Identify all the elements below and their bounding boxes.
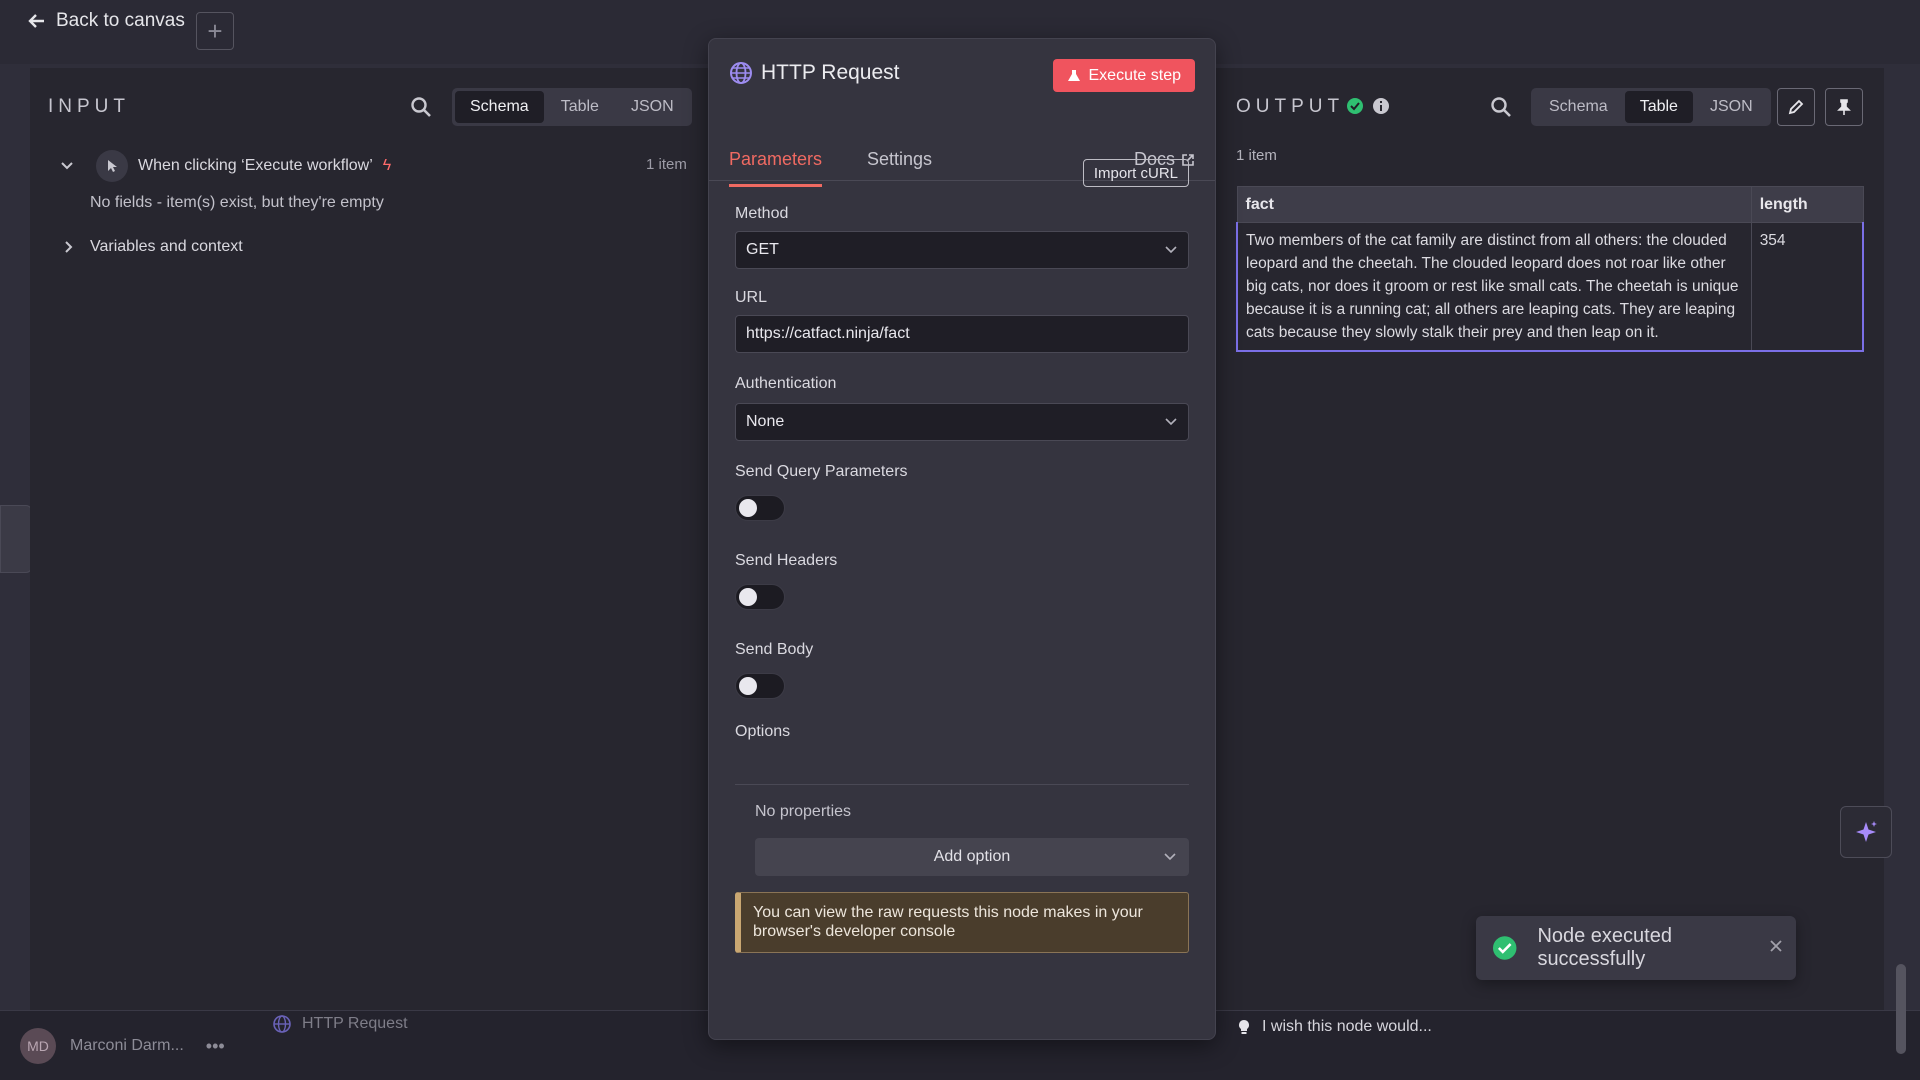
background-node-name: HTTP Request <box>302 1015 408 1032</box>
send-body-label: Send Body <box>735 641 814 658</box>
output-table: fact length Two members of the cat famil… <box>1235 186 1864 352</box>
table-header-row: fact length <box>1236 186 1864 223</box>
output-view-switcher: Schema Table JSON <box>1531 88 1771 126</box>
chevron-down-icon <box>1165 246 1177 254</box>
toast-message: Node executed successfully <box>1537 925 1672 970</box>
variables-label: Variables and context <box>90 238 243 255</box>
output-tab-table[interactable]: Table <box>1624 91 1693 123</box>
node-header: HTTP Request Execute step <box>709 39 1215 99</box>
input-view-switcher: Schema Table JSON <box>452 88 692 126</box>
globe-icon <box>730 62 752 84</box>
pin-output-button[interactable] <box>1825 88 1863 126</box>
feedback-link[interactable]: I wish this node would... <box>1236 1018 1432 1036</box>
output-tab-schema[interactable]: Schema <box>1534 91 1623 123</box>
close-icon[interactable] <box>1768 938 1784 954</box>
method-value: GET <box>746 241 779 258</box>
method-label: Method <box>735 205 789 222</box>
node-settings-panel: HTTP Request Execute step Parameters Set… <box>708 38 1216 1040</box>
input-tab-table[interactable]: Table <box>546 91 614 123</box>
avatar: MD <box>20 1028 56 1064</box>
empty-fields-message: No fields - item(s) exist, but they're e… <box>90 194 384 211</box>
execute-label: Execute step <box>1088 66 1182 84</box>
plus-icon: + <box>207 15 223 46</box>
authentication-value: None <box>746 413 785 430</box>
chevron-down-icon[interactable] <box>60 159 74 173</box>
table-row[interactable]: Two members of the cat family are distin… <box>1235 222 1864 352</box>
pointer-icon <box>96 150 128 182</box>
url-field[interactable]: https://catfact.ninja/fact <box>735 315 1189 353</box>
input-panel: INPUT Schema Table JSON When clicking ‘E… <box>30 68 710 1010</box>
back-to-canvas-link[interactable]: Back to canvas <box>28 10 185 32</box>
background-node-label: HTTP Request <box>272 1014 408 1034</box>
scrollbar[interactable] <box>1896 964 1906 1054</box>
import-curl-button[interactable]: Import cURL <box>1082 159 1189 187</box>
tab-settings[interactable]: Settings <box>867 149 932 184</box>
tab-parameters[interactable]: Parameters <box>729 149 823 187</box>
input-tab-json[interactable]: JSON <box>616 91 689 123</box>
authentication-select[interactable]: None <box>735 403 1189 441</box>
output-tab-json[interactable]: JSON <box>1695 91 1768 123</box>
send-body-toggle[interactable] <box>735 673 785 699</box>
table-cell-fact[interactable]: Two members of the cat family are distin… <box>1235 222 1752 352</box>
user-menu[interactable]: MD Marconi Darm... ••• <box>20 1028 225 1064</box>
variables-row[interactable]: Variables and context <box>62 238 243 256</box>
method-select[interactable]: GET <box>735 231 1189 269</box>
pin-icon <box>1837 99 1851 115</box>
add-node-button[interactable]: + <box>196 12 234 50</box>
send-query-label: Send Query Parameters <box>735 463 908 480</box>
back-label: Back to canvas <box>56 10 185 31</box>
output-search-icon[interactable] <box>1490 96 1512 118</box>
pencil-icon <box>1788 99 1804 115</box>
no-properties-text: No properties <box>755 803 852 820</box>
more-options-icon[interactable]: ••• <box>206 1036 225 1057</box>
node-title: HTTP Request <box>761 61 900 84</box>
developer-console-notice: You can view the raw requests this node … <box>735 892 1189 953</box>
add-option-label: Add option <box>933 848 1011 865</box>
arrow-left-icon <box>28 14 44 28</box>
options-label: Options <box>735 723 791 740</box>
search-icon[interactable] <box>410 96 432 118</box>
edit-output-button[interactable] <box>1777 88 1815 126</box>
chevron-down-icon <box>1164 853 1176 861</box>
execute-step-button[interactable]: Execute step <box>1052 59 1195 92</box>
success-check-icon <box>1492 936 1517 960</box>
options-divider <box>735 784 1189 785</box>
lightbulb-icon <box>1239 1020 1249 1034</box>
success-toast: Node executed successfully <box>1476 916 1796 980</box>
bolt-icon: ϟ <box>382 157 392 174</box>
send-query-toggle[interactable] <box>735 495 785 521</box>
output-title: OUTPUT <box>1236 96 1345 117</box>
ai-assistant-button[interactable] <box>1840 806 1892 858</box>
url-label: URL <box>735 289 768 306</box>
output-item-count: 1 item <box>1236 147 1277 164</box>
add-option-button[interactable]: Add option <box>755 838 1189 876</box>
chevron-right-icon[interactable] <box>62 240 76 254</box>
send-headers-label: Send Headers <box>735 552 838 569</box>
url-value: https://catfact.ninja/fact <box>746 325 910 342</box>
trigger-item-count: 1 item <box>646 156 687 173</box>
side-panel-handle[interactable] <box>0 505 32 573</box>
user-name: Marconi Darm... <box>70 1037 184 1054</box>
flask-icon <box>1067 69 1080 81</box>
sparkle-icon <box>1856 821 1877 842</box>
chevron-down-icon <box>1165 418 1177 426</box>
column-header-length: length <box>1750 186 1864 223</box>
success-check-icon <box>1347 98 1363 114</box>
trigger-label: When clicking ‘Execute workflow’ <box>138 157 373 174</box>
column-header-fact: fact <box>1236 186 1752 223</box>
feedback-label: I wish this node would... <box>1262 1018 1432 1035</box>
globe-icon <box>273 1015 291 1033</box>
trigger-row[interactable]: When clicking ‘Execute workflow’ ϟ <box>60 150 391 182</box>
send-headers-toggle[interactable] <box>735 584 785 610</box>
authentication-label: Authentication <box>735 375 837 392</box>
input-tab-schema[interactable]: Schema <box>455 91 544 123</box>
info-icon[interactable] <box>1372 97 1390 115</box>
table-cell-length[interactable]: 354 <box>1750 222 1864 352</box>
input-title: INPUT <box>48 96 130 117</box>
